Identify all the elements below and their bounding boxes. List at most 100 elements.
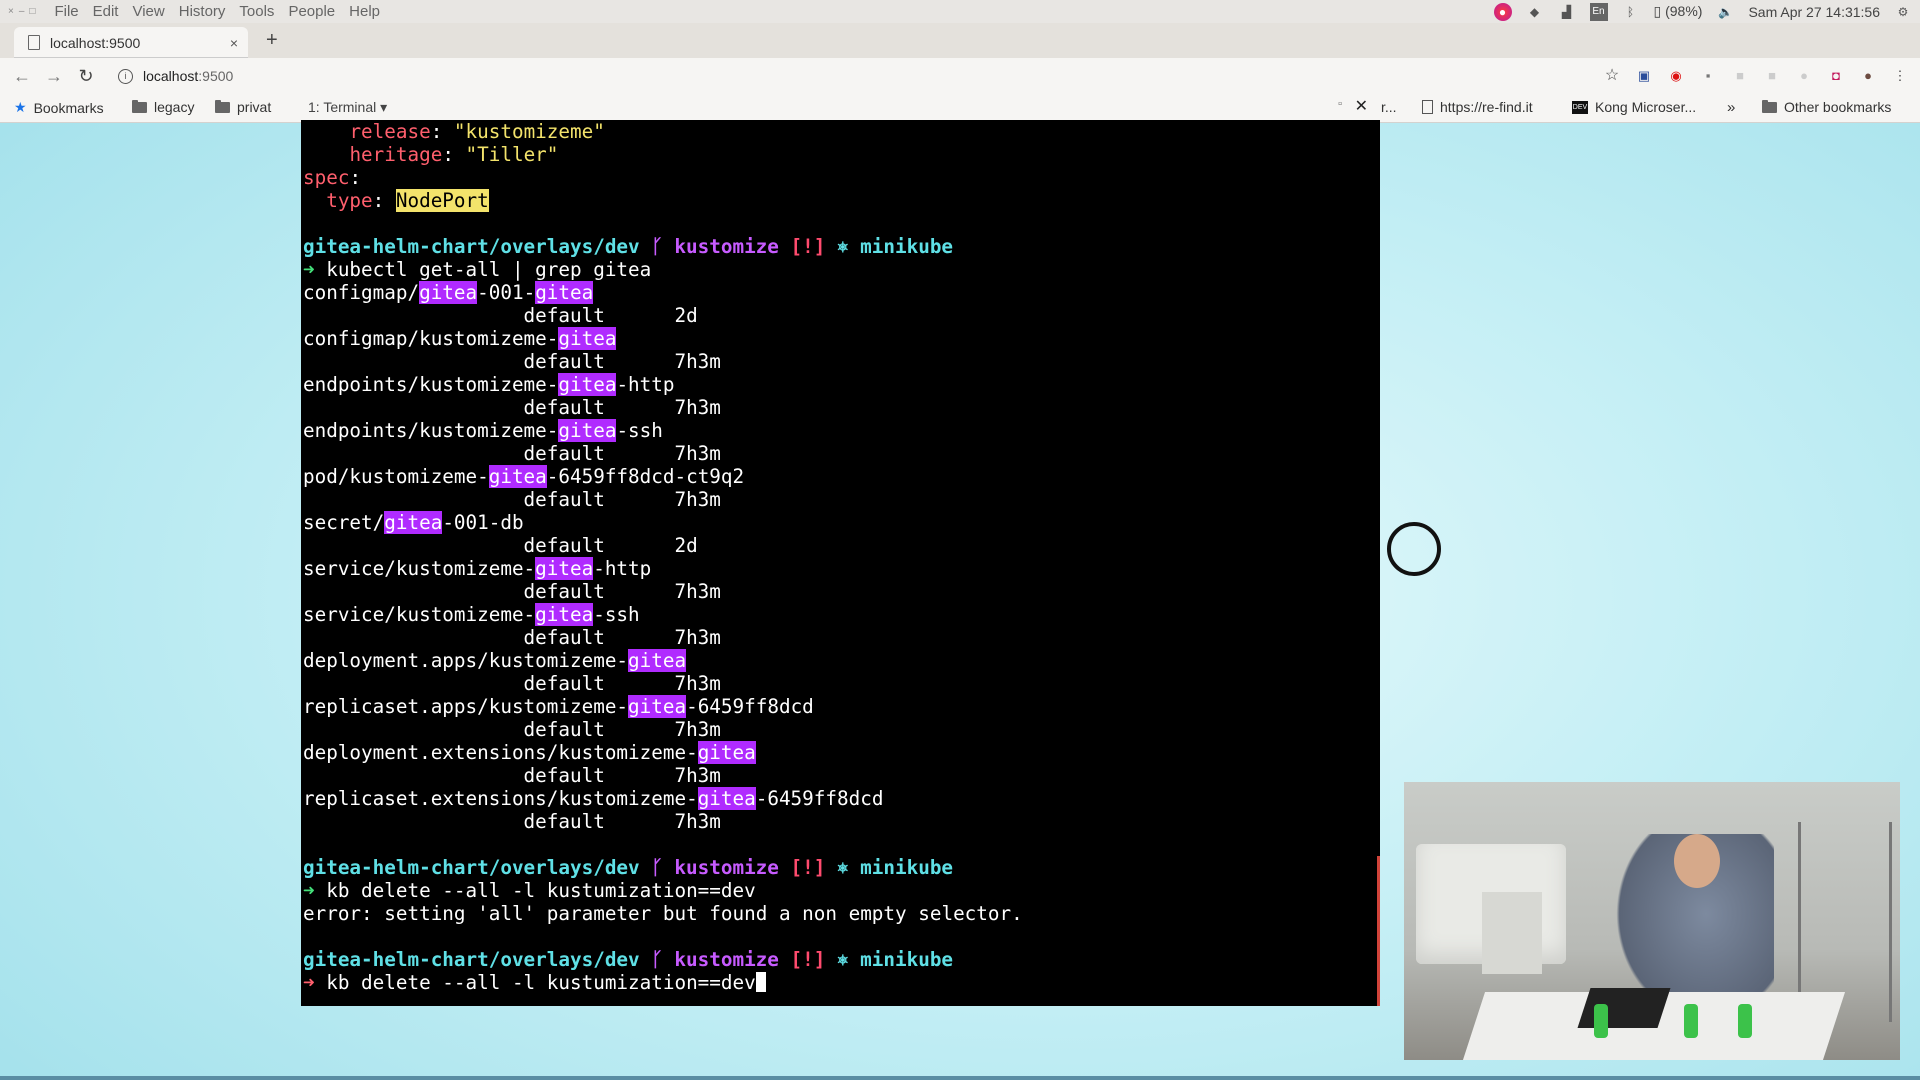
bluetooth-icon[interactable]: ᛒ <box>1622 3 1640 21</box>
terminal-text: gitea <box>697 741 756 764</box>
menu-edit[interactable]: Edit <box>86 3 126 20</box>
terminal-scroll-indicator <box>1377 856 1380 1006</box>
bookmark-truncated[interactable]: r... <box>1381 99 1397 115</box>
keyboard-icon[interactable]: En <box>1589 2 1608 21</box>
bin-image <box>1482 892 1542 974</box>
terminal-text: ➜ <box>303 879 327 902</box>
terminal-title: 1: Terminal <box>308 99 377 115</box>
terminal-line: default 7h3m <box>303 442 1023 465</box>
bookmark-legacy[interactable]: legacy <box>132 99 194 115</box>
bookmark-label: Kong Microser... <box>1595 99 1697 115</box>
extension-icon[interactable]: ▪ <box>1700 68 1716 84</box>
bookmark-label: Other bookmarks <box>1784 99 1892 115</box>
close-panel-icon[interactable]: ✕ <box>1355 96 1368 116</box>
bookmark-other[interactable]: Other bookmarks <box>1762 99 1891 115</box>
extension-pink-icon[interactable]: ◘ <box>1828 68 1844 84</box>
terminal-text: gitea <box>535 603 594 626</box>
maximize-panel-icon[interactable]: ▫ <box>1338 98 1342 110</box>
folder-icon <box>1762 99 1777 113</box>
terminal-line: gitea-helm-chart/overlays/dev ᚴ kustomiz… <box>303 948 1023 971</box>
tab-localhost[interactable]: localhost:9500 × <box>14 27 248 58</box>
menu-history[interactable]: History <box>172 3 233 20</box>
terminal-text: gitea <box>628 695 687 718</box>
terminal-text: configmap/ <box>303 281 420 304</box>
terminal-line: endpoints/kustomizeme-gitea-ssh <box>303 419 1023 442</box>
new-tab-button[interactable]: + <box>266 29 278 52</box>
battery-icon[interactable]: ▯ (98%) <box>1654 3 1703 20</box>
avatar[interactable]: ● <box>1860 68 1876 84</box>
terminal-line: heritage: "Tiller" <box>303 143 1023 166</box>
terminal-text: default 2d <box>303 534 698 557</box>
terminal-text: default 7h3m <box>303 580 721 603</box>
menu-people[interactable]: People <box>281 3 342 20</box>
menu-help[interactable]: Help <box>342 3 387 20</box>
terminal-line: default 7h3m <box>303 350 1023 373</box>
battery-percentage: (98%) <box>1665 3 1703 19</box>
clock[interactable]: Sam Apr 27 14:31:56 <box>1748 4 1880 20</box>
terminal-text: -http <box>616 373 675 396</box>
menu-file[interactable]: File <box>47 3 85 20</box>
opera-icon[interactable]: ◉ <box>1668 68 1684 84</box>
bottle-image <box>1738 1004 1752 1038</box>
info-icon[interactable]: i <box>118 68 133 84</box>
terminal-text: [!] <box>778 856 826 879</box>
terminal-text: : <box>430 120 454 143</box>
menu-tools[interactable]: Tools <box>232 3 281 20</box>
menu-view[interactable]: View <box>125 3 171 20</box>
address-bar[interactable]: i localhost:9500 <box>118 68 233 84</box>
maximize-window-icon[interactable]: □ <box>29 6 35 17</box>
minimize-window-icon[interactable]: – <box>19 6 25 17</box>
dropbox-icon[interactable]: ◆ <box>1526 3 1544 21</box>
bookmark-privat[interactable]: privat <box>215 99 271 115</box>
terminal-text: release <box>349 120 431 143</box>
terminal-text: deployment.extensions/kustomizeme- <box>303 741 698 764</box>
terminal-line: default 7h3m <box>303 718 1023 741</box>
bookmark-star-icon[interactable]: ☆ <box>1604 68 1620 84</box>
terminal-line: configmap/kustomizeme-gitea <box>303 327 1023 350</box>
terminal-text: "kustomizeme" <box>453 120 605 143</box>
extension-grey2-icon[interactable]: ■ <box>1764 68 1780 84</box>
terminal-line: default 7h3m <box>303 488 1023 511</box>
extension-grey-icon[interactable]: ■ <box>1732 68 1748 84</box>
url-port: :9500 <box>198 68 234 84</box>
terminal-line: pod/kustomizeme-gitea-6459ff8dcd-ct9q2 <box>303 465 1023 488</box>
menu-icon[interactable]: ⋮ <box>1892 68 1908 84</box>
terminal-text: error: setting 'all' parameter but found… <box>303 902 1023 925</box>
window-controls[interactable]: × – □ <box>0 6 35 17</box>
terminal-text: kb delete --all -l kustumization==dev <box>326 971 756 994</box>
dev-icon: DEV <box>1572 100 1588 114</box>
terminal-text: ᚴ kustomize <box>651 948 779 971</box>
terminal-line: gitea-helm-chart/overlays/dev ᚴ kustomiz… <box>303 235 1023 258</box>
terminal-text: -http <box>593 557 652 580</box>
terminal-text: ⎈ minikube <box>825 235 954 258</box>
terminal[interactable]: release: "kustomizeme" heritage: "Tiller… <box>301 120 1380 1006</box>
bookmark-kong[interactable]: DEV Kong Microser... <box>1572 99 1696 115</box>
forward-icon[interactable]: → <box>38 66 70 87</box>
terminal-text: : <box>349 166 362 189</box>
close-window-icon[interactable]: × <box>8 6 14 17</box>
terminal-text: : <box>372 189 396 212</box>
terminal-text: type <box>326 189 373 212</box>
firefox-icon[interactable]: ● <box>1493 2 1512 21</box>
bookmark-bookmarks[interactable]: ★ Bookmarks <box>14 99 104 116</box>
terminal-line: default 7h3m <box>303 810 1023 833</box>
terminal-text: -ssh <box>616 419 663 442</box>
close-tab-icon[interactable]: × <box>230 35 238 51</box>
signal-icon[interactable]: ▟ <box>1558 3 1576 21</box>
extension-shield-icon[interactable]: ▣ <box>1636 68 1652 84</box>
terminal-line: default 2d <box>303 304 1023 327</box>
bookmark-refind[interactable]: https://re-find.it <box>1422 99 1533 115</box>
user-icon[interactable]: ⚙ <box>1894 3 1912 21</box>
volume-icon[interactable]: 🔈 <box>1716 3 1734 21</box>
back-icon[interactable]: ← <box>6 66 38 87</box>
terminal-selector[interactable]: 1: Terminal ▾ <box>308 99 387 116</box>
terminal-cursor <box>755 972 766 992</box>
navigation-bar: ← → ↻ i localhost:9500 ☆ ▣ ◉ ▪ ■ ■ ● ◘ ●… <box>0 58 1920 94</box>
bookmarks-overflow-button[interactable]: » <box>1727 99 1735 116</box>
terminal-text: gitea-helm-chart/overlays/dev <box>303 856 652 879</box>
bottle-image <box>1684 1004 1698 1038</box>
terminal-line: error: setting 'all' parameter but found… <box>303 902 1023 925</box>
reload-icon[interactable]: ↻ <box>70 66 102 87</box>
chat-icon[interactable]: ● <box>1796 68 1812 84</box>
